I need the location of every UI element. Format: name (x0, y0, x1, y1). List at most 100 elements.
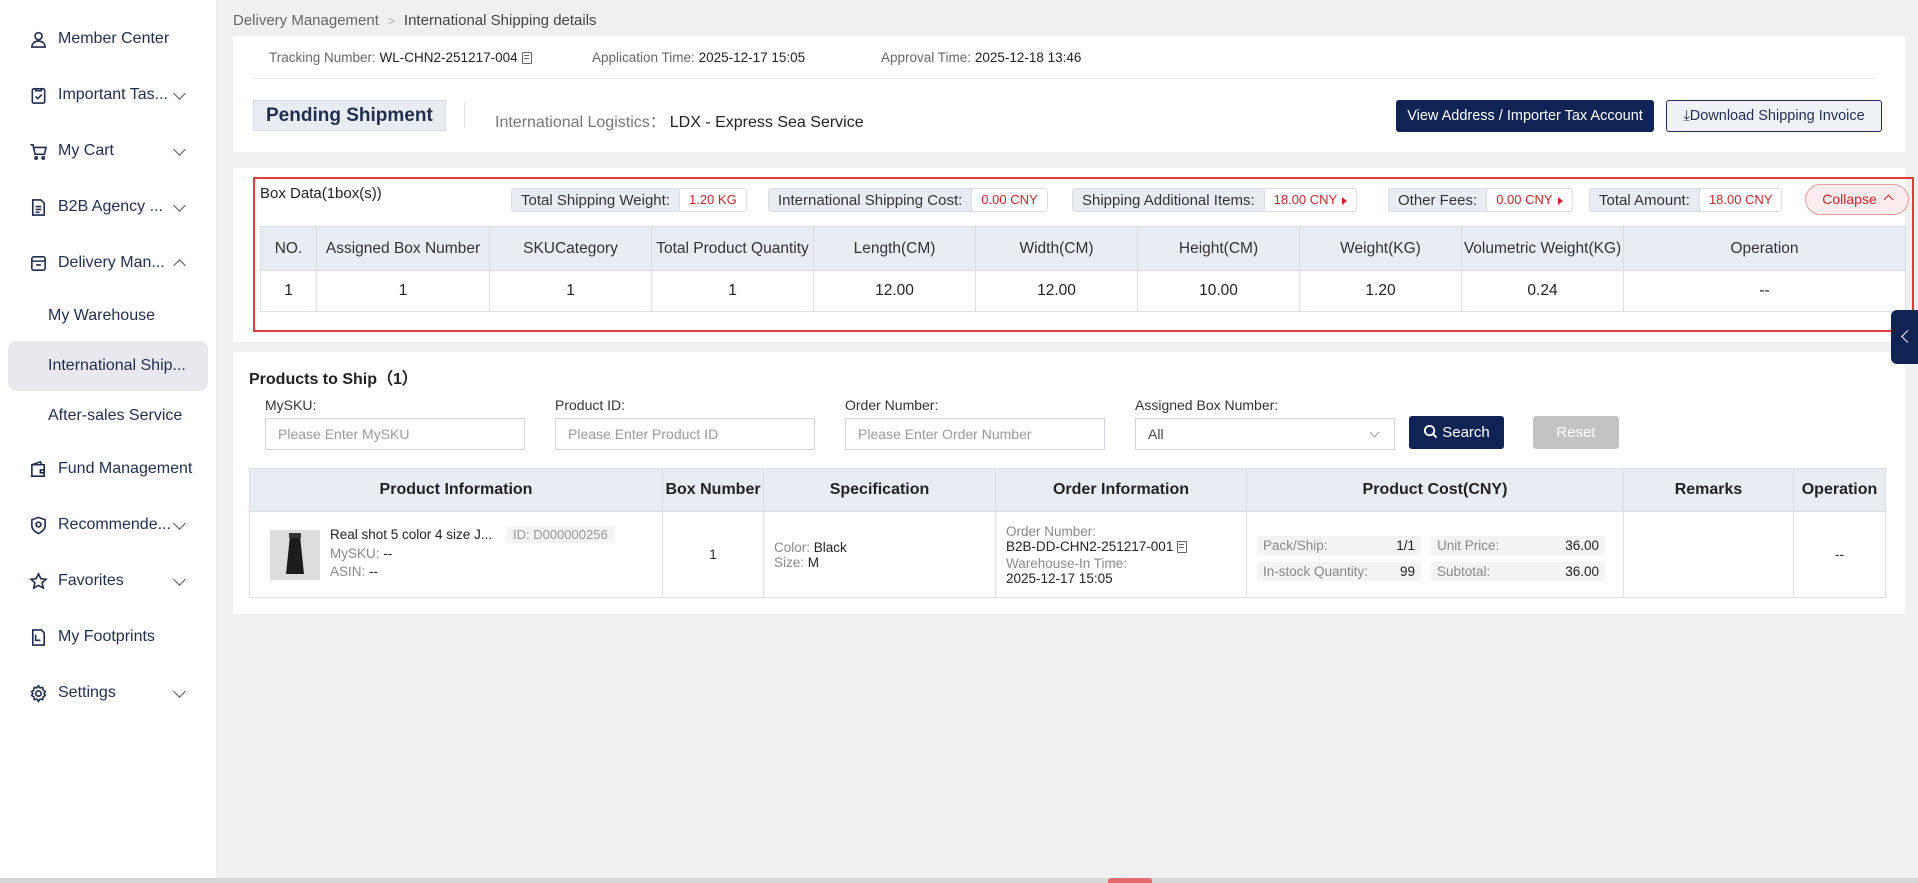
product-thumbnail[interactable] (270, 530, 320, 580)
chevron-up-icon (173, 259, 186, 272)
sidebar-item-important-tasks[interactable]: Important Tas... (8, 70, 208, 120)
assigned-box-select[interactable]: All (1135, 418, 1395, 450)
clipboard-check-icon (28, 85, 48, 105)
sidebar-item-label: Favorites (58, 572, 124, 589)
sidebar-item-label: Delivery Man... (58, 254, 165, 271)
breadcrumb-current: International Shipping details (403, 12, 597, 29)
column-header: Order Information (995, 468, 1247, 512)
asin-value: -- (369, 564, 379, 579)
sidebar-item-member-center[interactable]: Member Center (8, 14, 208, 64)
mysku-input[interactable] (265, 418, 525, 450)
table-row: Real shot 5 color 4 size J... ID: D00000… (249, 511, 1886, 598)
user-icon (28, 29, 48, 49)
order-number-input[interactable] (845, 418, 1105, 450)
sidebar-item-recommended[interactable]: Recommende... (8, 500, 208, 550)
operation-cell: -- (1793, 511, 1886, 598)
sidebar-item-my-warehouse[interactable]: My Warehouse (8, 291, 208, 341)
collapse-button[interactable]: Collapse (1805, 184, 1909, 215)
table-cell: 1 (651, 270, 814, 312)
chevron-down-icon (1369, 427, 1380, 438)
table-cell: 0.24 (1461, 270, 1624, 312)
copy-icon[interactable] (1177, 540, 1188, 553)
sidebar: Member Center Important Tas... My Cart B… (0, 0, 217, 883)
in-stock-quantity: In-stock Quantity: 99 (1257, 562, 1421, 581)
chevron-down-icon (173, 199, 186, 212)
sidebar-item-fund-management[interactable]: Fund Management (8, 444, 208, 494)
chevron-down-icon (173, 517, 186, 530)
search-button[interactable]: Search (1409, 416, 1504, 449)
gear-icon (28, 683, 48, 703)
sidebar-item-settings[interactable]: Settings (8, 668, 208, 718)
caret-right-icon (1557, 196, 1563, 205)
sidebar-item-label: Settings (58, 684, 116, 701)
view-address-button[interactable]: View Address / Importer Tax Account (1396, 100, 1654, 132)
other-fees[interactable]: Other Fees: 0.00 CNY (1388, 188, 1573, 212)
chevron-right-icon: > (387, 14, 395, 28)
column-header: Specification (763, 468, 996, 512)
column-header: Height(CM) (1137, 226, 1300, 271)
mysku-label: MySKU: (265, 397, 317, 413)
box-data-card: Box Data(1box(s)) Total Shipping Weight:… (233, 168, 1914, 342)
table-header-row: NO. Assigned Box Number SKUCategory Tota… (260, 226, 1906, 271)
table-cell: 1.20 (1299, 270, 1462, 312)
sidebar-item-label: My Warehouse (48, 307, 155, 324)
table-cell: 1 (260, 270, 317, 312)
specification-cell: Color: Black Size: M (763, 511, 996, 598)
order-info-cell: Order Number: B2B-DD-CHN2-251217-001 War… (995, 511, 1247, 598)
column-header: Operation (1793, 468, 1886, 512)
total-amount: Total Amount: 18.00 CNY (1589, 188, 1783, 212)
sidebar-item-after-sales[interactable]: After-sales Service (8, 391, 208, 441)
shipping-additional-items[interactable]: Shipping Additional Items: 18.00 CNY (1072, 188, 1358, 212)
sidebar-item-b2b-agency[interactable]: B2B Agency ... (8, 182, 208, 232)
column-header: NO. (260, 226, 317, 271)
breadcrumb-parent[interactable]: Delivery Management (233, 12, 379, 29)
breadcrumb: Delivery Management > International Shippi… (233, 12, 597, 29)
sidebar-item-favorites[interactable]: Favorites (8, 556, 208, 606)
sidebar-item-international-shipping[interactable]: International Ship... (8, 341, 208, 391)
remarks-cell (1623, 511, 1794, 598)
column-header: SKUCategory (489, 226, 652, 271)
divider (253, 78, 1875, 79)
document-icon (28, 197, 48, 217)
table-cell: 1 (489, 270, 652, 312)
download-invoice-button[interactable]: ⤓Download Shipping Invoice (1666, 100, 1882, 132)
star-icon (28, 571, 48, 591)
copy-icon[interactable] (521, 52, 532, 64)
product-cost-cell: Pack/Ship: 1/1 In-stock Quantity: 99 Unit … (1246, 511, 1624, 598)
divider (464, 102, 465, 128)
column-header: Box Number (662, 468, 764, 512)
column-header: Product Information (249, 468, 663, 512)
side-panel-toggle[interactable] (1891, 310, 1918, 364)
column-header: Total Product Quantity (651, 226, 814, 271)
table-header-row: Product Information Box Number Specifica… (249, 468, 1886, 512)
delivery-icon (28, 253, 48, 273)
box-data-table: NO. Assigned Box Number SKUCategory Tota… (260, 226, 1906, 312)
application-time: Application Time: 2025-12-17 15:05 (592, 50, 806, 65)
table-cell: 10.00 (1137, 270, 1300, 312)
sidebar-item-delivery-management[interactable]: Delivery Man... (8, 238, 208, 288)
product-name[interactable]: Real shot 5 color 4 size J... (330, 527, 492, 542)
chevron-down-icon (173, 685, 186, 698)
product-id-label: Product ID: (555, 397, 626, 413)
shipment-header-card: Tracking Number: WL-CHN2-251217-004 Appl… (233, 36, 1905, 152)
main-content: Delivery Management > International Shippi… (217, 0, 1918, 883)
international-logistics: International Logistics： LDX - Express Se… (495, 114, 864, 131)
sidebar-item-label: After-sales Service (48, 407, 183, 424)
column-header: Operation (1623, 226, 1906, 271)
sidebar-item-my-footprints[interactable]: My Footprints (8, 612, 208, 662)
column-header: Remarks (1623, 468, 1794, 512)
sidebar-item-my-cart[interactable]: My Cart (8, 126, 208, 176)
column-header: Width(CM) (975, 226, 1138, 271)
approval-time: Approval Time: 2025-12-18 13:46 (881, 50, 1082, 65)
column-header: Product Cost(CNY) (1246, 468, 1624, 512)
column-header: Assigned Box Number (316, 226, 490, 271)
sidebar-item-label: Fund Management (58, 460, 193, 477)
product-info-cell: Real shot 5 color 4 size J... ID: D00000… (249, 511, 663, 598)
mysku-value: -- (383, 546, 393, 561)
tracking-number: Tracking Number: WL-CHN2-251217-004 (269, 50, 532, 65)
international-shipping-cost: International Shipping Cost: 0.00 CNY (768, 188, 1048, 212)
order-number-label: Order Number: (845, 397, 939, 413)
reset-button[interactable]: Reset (1533, 416, 1619, 449)
pack-ship: Pack/Ship: 1/1 (1257, 536, 1421, 555)
product-id-input[interactable] (555, 418, 815, 450)
